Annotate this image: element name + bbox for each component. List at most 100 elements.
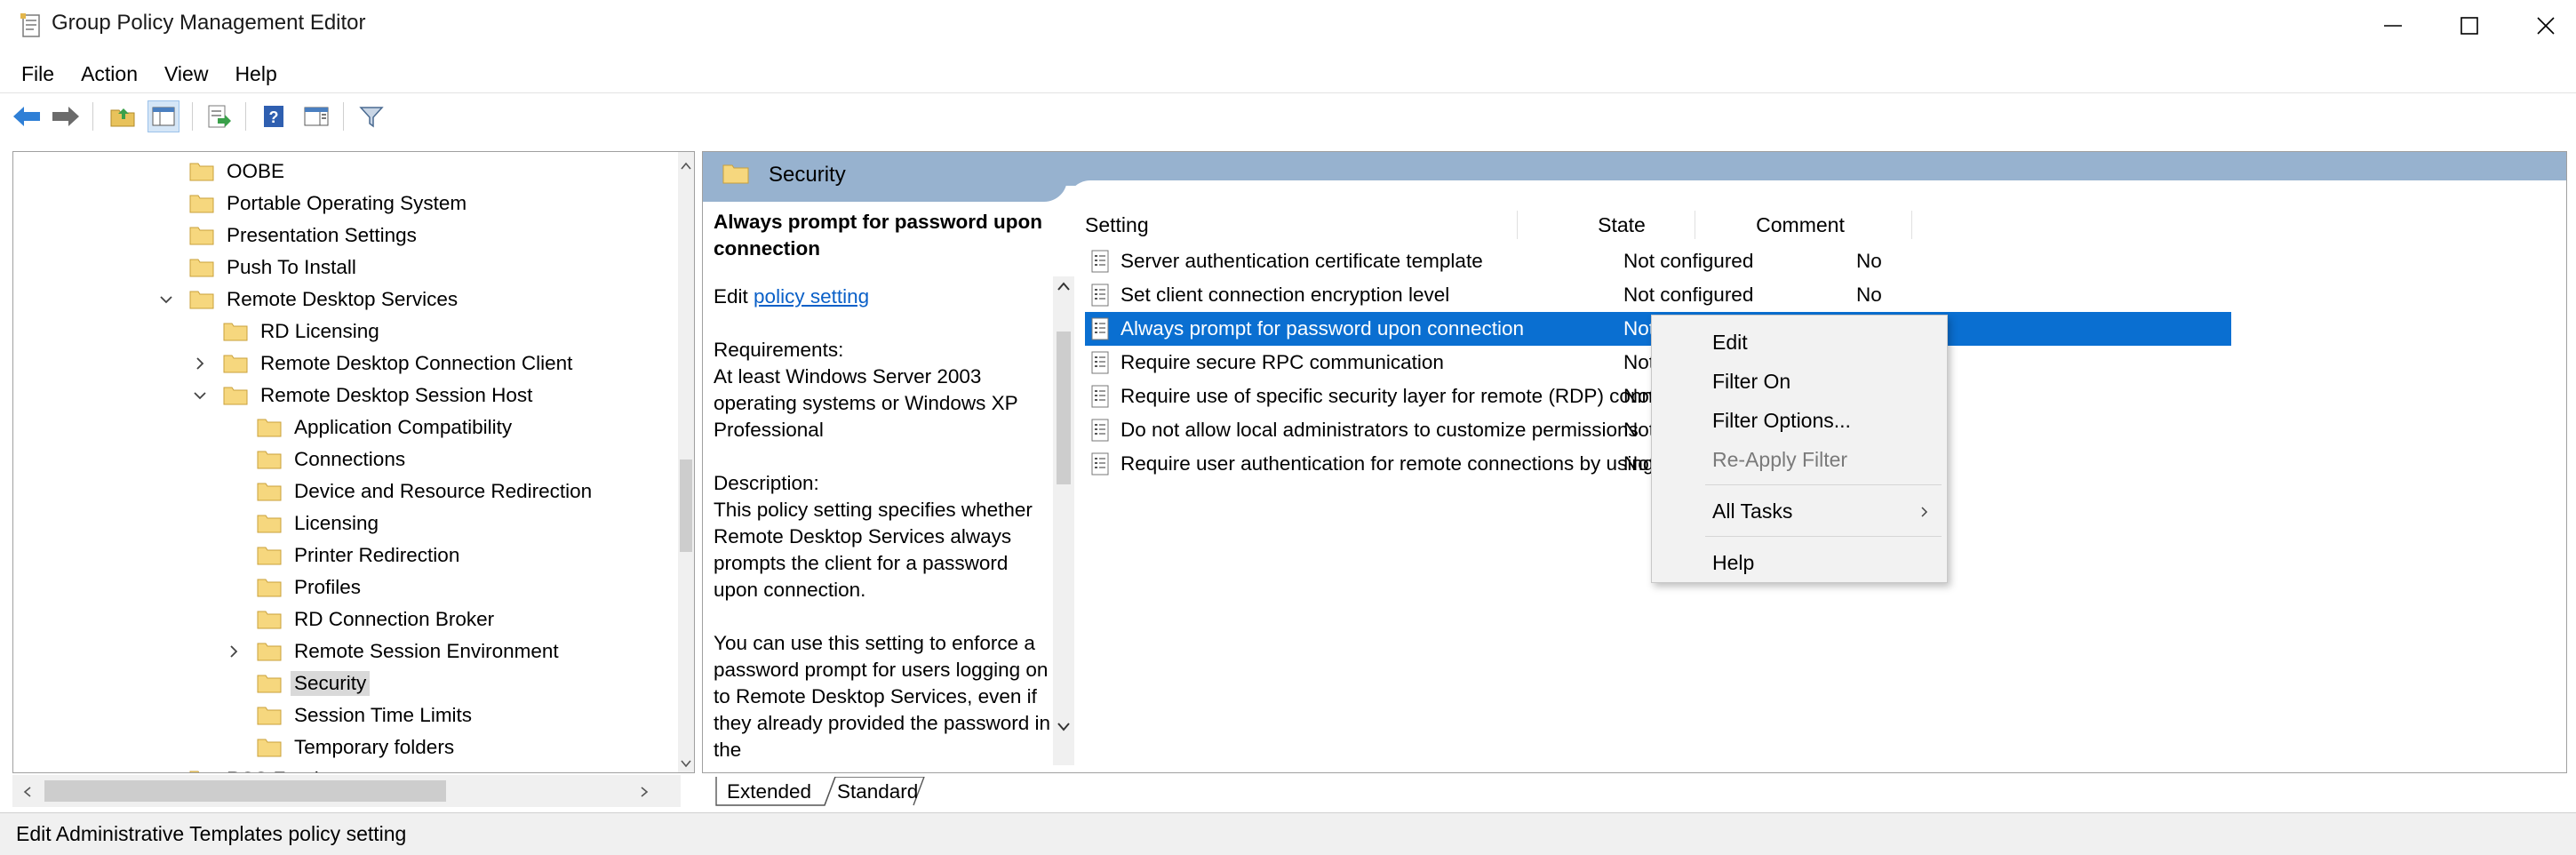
folder-icon — [257, 738, 282, 757]
tree-scroll-thumb[interactable] — [680, 459, 692, 552]
policy-setting-link[interactable]: policy setting — [754, 285, 869, 308]
tree-node[interactable]: Session Time Limits — [257, 699, 472, 731]
tree-hscroll-thumb[interactable] — [44, 780, 446, 802]
folder-icon — [257, 450, 282, 469]
tab-standard[interactable]: Standard — [828, 777, 927, 807]
show-hide-action-pane-button[interactable] — [300, 100, 332, 132]
export-list-button[interactable] — [203, 100, 235, 132]
scroll-right-arrow-icon[interactable] — [640, 786, 649, 802]
tree-node[interactable]: Push To Install — [189, 252, 356, 284]
column-divider[interactable] — [1517, 211, 1518, 239]
menu-file[interactable]: File — [11, 59, 65, 90]
filter-button[interactable] — [355, 100, 387, 132]
policy-setting-name: Require user authentication for remote c… — [1121, 452, 1671, 475]
tree-node[interactable]: Printer Redirection — [257, 539, 459, 571]
scroll-up-arrow-icon[interactable] — [1057, 280, 1071, 296]
tree-node-label: Presentation Settings — [227, 224, 417, 246]
forward-button[interactable] — [50, 100, 82, 132]
collapsed-chevron-icon[interactable] — [225, 643, 243, 660]
context-menu-item[interactable]: All Tasks — [1652, 493, 1947, 529]
tree-node[interactable]: RD Licensing — [223, 316, 379, 348]
policy-setting-name: Require secure RPC communication — [1121, 351, 1444, 373]
help-icon: ? — [264, 106, 283, 127]
folder-icon — [257, 578, 282, 597]
help-button[interactable]: ? — [258, 100, 290, 132]
policy-setting-icon — [1090, 419, 1110, 442]
up-one-level-button[interactable] — [107, 100, 139, 132]
folder-icon — [257, 610, 282, 629]
context-menu-separator — [1705, 536, 1942, 537]
status-text: Edit Administrative Templates policy set… — [16, 822, 407, 845]
context-menu-item[interactable]: Filter On — [1652, 364, 1947, 399]
folder-icon — [257, 418, 282, 437]
tree-node-label: Printer Redirection — [294, 544, 460, 566]
expanded-chevron-icon[interactable] — [191, 387, 209, 404]
column-header-comment[interactable]: Comment — [1707, 207, 1894, 243]
close-button[interactable] — [2508, 0, 2576, 52]
tree-node[interactable]: Licensing — [257, 507, 379, 539]
tree-node[interactable]: Temporary folders — [257, 731, 454, 763]
back-button[interactable] — [11, 100, 43, 132]
show-hide-action-pane-icon — [304, 107, 329, 126]
tree-node[interactable]: Remote Desktop Session Host — [223, 380, 532, 412]
tree-node[interactable]: Portable Operating System — [189, 188, 467, 220]
minimize-button[interactable] — [2355, 0, 2431, 52]
policy-setting-name: Do not allow local administrators to cus… — [1121, 419, 1639, 441]
policy-row[interactable]: Server authentication certificate templa… — [1085, 244, 2231, 278]
description-scrollbar[interactable] — [1053, 276, 1074, 765]
tree-node[interactable]: Application Compatibility — [257, 412, 512, 443]
column-header-setting[interactable]: Setting — [1085, 207, 1149, 243]
tree-node[interactable]: RD Connection Broker — [257, 603, 494, 635]
policy-setting-name: Require use of specific security layer f… — [1121, 385, 1671, 407]
context-menu-label: Re-Apply Filter — [1712, 447, 1848, 471]
tree-horizontal-scrollbar[interactable] — [12, 775, 681, 807]
tree-node[interactable]: Presentation Settings — [189, 220, 417, 252]
tree-vertical-scrollbar[interactable] — [678, 152, 694, 772]
tree-node[interactable]: OOBE — [189, 156, 284, 188]
maximize-button[interactable] — [2431, 0, 2508, 52]
scroll-down-arrow-icon[interactable] — [1057, 721, 1071, 737]
toolbar-separator — [92, 102, 93, 131]
menu-action[interactable]: Action — [70, 59, 148, 90]
tab-extended[interactable]: Extended — [718, 777, 820, 807]
context-menu-item[interactable]: Filter Options... — [1652, 403, 1947, 438]
collapsed-chevron-icon[interactable] — [191, 355, 209, 372]
show-hide-console-tree-button[interactable] — [148, 100, 179, 132]
context-menu-label: All Tasks — [1712, 499, 1793, 523]
console-tree[interactable]: OOBE Portable Operating System Presentatio… — [12, 151, 695, 773]
tree-node-label: Device and Resource Redirection — [294, 480, 593, 502]
context-menu-item: Re-Apply Filter — [1652, 442, 1947, 477]
context-menu-item[interactable]: Edit — [1652, 324, 1947, 360]
policy-row[interactable]: Set client connection encryption level No… — [1085, 278, 2231, 312]
tree-node[interactable]: Security — [257, 667, 371, 699]
tree-node[interactable]: Remote Session Environment — [257, 635, 559, 667]
toolbar-separator — [343, 102, 344, 131]
tree-node-label: Licensing — [294, 512, 379, 534]
tree-node-label: Remote Desktop Session Host — [260, 384, 533, 406]
scroll-left-arrow-icon[interactable] — [23, 786, 32, 802]
folder-icon — [223, 322, 248, 341]
column-divider[interactable] — [1911, 211, 1912, 239]
tree-node[interactable]: Profiles — [257, 571, 361, 603]
folder-icon — [189, 258, 214, 277]
tree-node[interactable]: Device and Resource Redirection — [257, 475, 592, 507]
header-tab — [703, 152, 1067, 202]
policy-state: Not configured — [1623, 284, 1754, 306]
tree-node[interactable]: Remote Desktop Services — [189, 284, 458, 316]
context-menu-item[interactable]: Help — [1652, 545, 1947, 580]
scroll-up-arrow-icon[interactable] — [681, 159, 691, 175]
folder-icon — [189, 226, 214, 245]
description-text: Description: This policy setting specifi… — [714, 472, 1033, 601]
expanded-chevron-icon[interactable] — [157, 291, 175, 308]
tree-node[interactable]: Connections — [257, 443, 405, 475]
tree-node[interactable]: RSS Feeds — [189, 763, 329, 772]
scroll-down-arrow-icon[interactable] — [681, 756, 691, 772]
menu-view[interactable]: View — [154, 59, 219, 90]
tree-node[interactable]: Remote Desktop Connection Client — [223, 348, 572, 380]
tree-node-label: Connections — [294, 448, 406, 470]
menu-help[interactable]: Help — [224, 59, 287, 90]
folder-icon — [257, 674, 282, 693]
description-scroll-thumb[interactable] — [1057, 332, 1071, 484]
title-bar: Group Policy Management Editor — [0, 0, 2576, 52]
column-header-state[interactable]: State — [1533, 207, 1711, 243]
